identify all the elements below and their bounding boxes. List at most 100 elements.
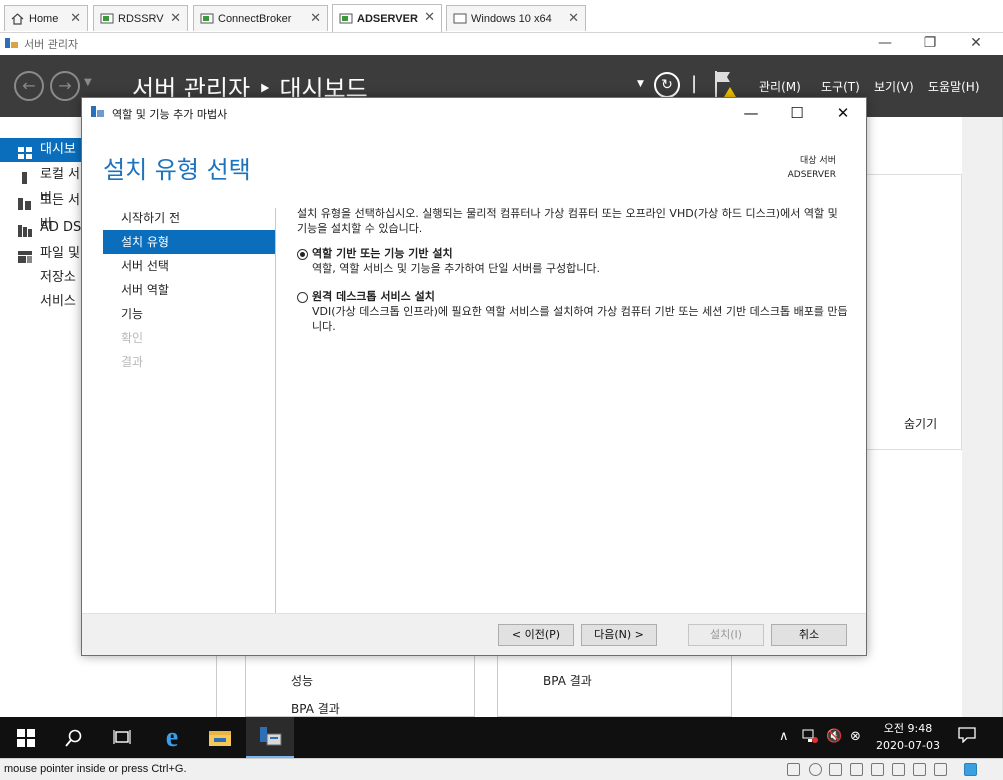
dropdown-icon[interactable]: ▼ [637, 79, 644, 89]
close-icon[interactable]: ✕ [424, 9, 435, 25]
message-log-icon[interactable] [934, 763, 947, 776]
start-button[interactable] [2, 717, 50, 758]
notification-x-icon[interactable]: ⊗ [850, 729, 861, 744]
internet-explorer-icon[interactable]: e [148, 717, 196, 758]
task-view-icon[interactable] [98, 717, 146, 758]
fullscreen-icon[interactable] [964, 763, 977, 776]
wizard-icon [90, 105, 105, 122]
scrollbar[interactable] [962, 117, 1003, 717]
back-button[interactable]: ← [14, 71, 44, 101]
tile-item-bpa[interactable]: BPA 결과 [291, 700, 340, 717]
vm-tab-windows10[interactable]: Windows 10 x64 ✕ [446, 5, 586, 31]
vm-tab-label: RDSSRV [118, 12, 164, 25]
close-icon[interactable]: ✕ [568, 10, 579, 26]
step-confirmation: 확인 [121, 331, 144, 345]
nav-item-ad-ds[interactable]: AD DS [0, 216, 82, 240]
restore-button[interactable]: ❐ [907, 33, 953, 55]
option-description: 역할, 역할 서비스 및 기능을 추가하여 단일 서버를 구성합니다. [312, 262, 600, 275]
taskbar: e ∧ 🔇 ⊗ 오전 9:48 2020-07-03 [0, 717, 1003, 758]
option-description: VDI(가상 데스크톱 인프라)에 필요한 역할 서비스를 설치하여 가상 컴퓨… [312, 305, 848, 333]
hard-disk-icon[interactable] [787, 763, 800, 776]
server-manager-titlebar: 서버 관리자 — ❐ ✕ [0, 33, 1003, 55]
wizard-body: 설치 유형 선택 대상 서버 ADSERVER 시작하기 전 설치 유형 서버 … [82, 128, 866, 613]
display-icon[interactable] [913, 763, 926, 776]
file-explorer-icon[interactable] [196, 717, 244, 758]
vm-icon [100, 13, 114, 25]
vm-tab-label: ADSERVER [357, 12, 418, 25]
step-features[interactable]: 기능 [103, 302, 275, 326]
left-navigation: 대시보드 로컬 서버 모든 서버 AD DS 파일 및 저장소 서비스 [0, 138, 82, 718]
close-button[interactable]: ✕ [953, 33, 999, 55]
step-installation-type[interactable]: 설치 유형 [103, 230, 275, 254]
clock[interactable]: 오전 9:48 2020-07-03 [868, 720, 948, 754]
volume-muted-icon[interactable]: 🔇 [826, 729, 842, 744]
vm-tab-label: Home [29, 12, 59, 25]
history-dropdown-icon[interactable]: ▼ [84, 77, 92, 88]
step-results: 결과 [121, 355, 144, 369]
tile-item-performance[interactable]: 성능 [291, 672, 313, 689]
action-center-icon[interactable] [958, 727, 976, 747]
radio-button-selected[interactable] [297, 249, 308, 260]
maximize-button[interactable]: ☐ [774, 101, 820, 125]
next-button[interactable]: 다음(N) > [581, 624, 657, 646]
nav-item-file-storage[interactable]: 파일 및 저장소 서비스 [0, 242, 82, 309]
hide-link[interactable]: 숨기기 [904, 415, 937, 432]
vm-tab-connectbroker[interactable]: ConnectBroker ✕ [193, 5, 328, 31]
option-remote-desktop[interactable]: 원격 데스크톱 서비스 설치 VDI(가상 데스크톱 인프라)에 필요한 역할 … [297, 289, 850, 334]
server-icon [18, 169, 32, 184]
vm-icon [453, 13, 467, 25]
wizard-titlebar: 역할 및 기능 추가 마법사 — ☐ ✕ [82, 98, 866, 128]
close-button[interactable]: ✕ [820, 101, 866, 125]
cd-dvd-icon[interactable] [809, 763, 822, 776]
nav-item-dashboard[interactable]: 대시보드 [0, 138, 82, 181]
cancel-button[interactable]: 취소 [771, 624, 847, 646]
target-server: 대상 서버 ADSERVER [788, 154, 836, 182]
forward-button[interactable]: → [50, 71, 80, 101]
wizard-steps: 시작하기 전 설치 유형 서버 선택 서버 역할 기능 확인 결과 [103, 206, 275, 374]
radio-button[interactable] [297, 292, 308, 303]
separator: | [691, 73, 698, 94]
tile-item-bpa[interactable]: BPA 결과 [543, 672, 592, 689]
intro-text: 설치 유형을 선택하십시오. 실행되는 물리적 컴퓨터나 가상 컴퓨터 또는 오… [297, 207, 838, 235]
home-icon [11, 12, 25, 25]
search-icon[interactable] [50, 717, 98, 758]
vm-tab-adserver[interactable]: ADSERVER ✕ [332, 4, 442, 32]
chevron-up-icon[interactable]: ∧ [779, 729, 789, 744]
option-title: 역할 기반 또는 기능 기반 설치 [312, 247, 453, 260]
usb-icon[interactable] [850, 763, 863, 776]
close-icon[interactable]: ✕ [310, 10, 321, 26]
menu-help[interactable]: 도움말(H) [928, 78, 980, 95]
minimize-button[interactable]: — [728, 101, 774, 125]
vm-tab-rdssrv[interactable]: RDSSRV ✕ [93, 5, 188, 31]
vm-tab-home[interactable]: Home ✕ [4, 5, 88, 31]
network-icon[interactable] [802, 729, 818, 747]
menu-view[interactable]: 보기(V) [874, 78, 914, 95]
role-tile: BPA 결과 [497, 652, 732, 717]
menu-manage[interactable]: 관리(M) [759, 78, 801, 95]
nav-item-all-servers[interactable]: 모든 서버 [0, 189, 82, 232]
vm-icon [200, 13, 214, 25]
wizard-content: 설치 유형을 선택하십시오. 실행되는 물리적 컴퓨터나 가상 컴퓨터 또는 오… [297, 206, 850, 340]
step-server-selection[interactable]: 서버 선택 [103, 254, 275, 278]
menu-tools[interactable]: 도구(T) [821, 78, 860, 95]
step-before-you-begin[interactable]: 시작하기 전 [103, 206, 275, 230]
step-server-roles[interactable]: 서버 역할 [103, 278, 275, 302]
wizard-heading: 설치 유형 선택 [103, 156, 251, 184]
target-server-name: ADSERVER [787, 170, 836, 180]
server-manager-taskbar-icon[interactable] [246, 717, 294, 758]
close-icon[interactable]: ✕ [170, 10, 181, 26]
option-role-based[interactable]: 역할 기반 또는 기능 기반 설치 역할, 역할 서비스 및 기능을 추가하여 … [297, 246, 850, 276]
vm-tab-label: ConnectBroker [218, 12, 292, 25]
refresh-icon[interactable]: ↻ [654, 72, 680, 98]
printer-icon[interactable] [892, 763, 905, 776]
vmware-status-bar: mouse pointer inside or press Ctrl+G. [0, 758, 1003, 780]
previous-button[interactable]: < 이전(P) [498, 624, 574, 646]
wizard-footer: < 이전(P) 다음(N) > 설치(I) 취소 [82, 613, 866, 655]
minimize-button[interactable]: — [862, 33, 908, 55]
sound-icon[interactable] [871, 763, 884, 776]
network-adapter-icon[interactable] [829, 763, 842, 776]
add-roles-wizard-dialog: 역할 및 기능 추가 마법사 — ☐ ✕ 설치 유형 선택 대상 서버 ADSE… [81, 97, 867, 656]
nav-item-local-server[interactable]: 로컬 서버 [0, 163, 82, 206]
dashboard-icon [18, 144, 32, 159]
close-icon[interactable]: ✕ [70, 10, 81, 26]
